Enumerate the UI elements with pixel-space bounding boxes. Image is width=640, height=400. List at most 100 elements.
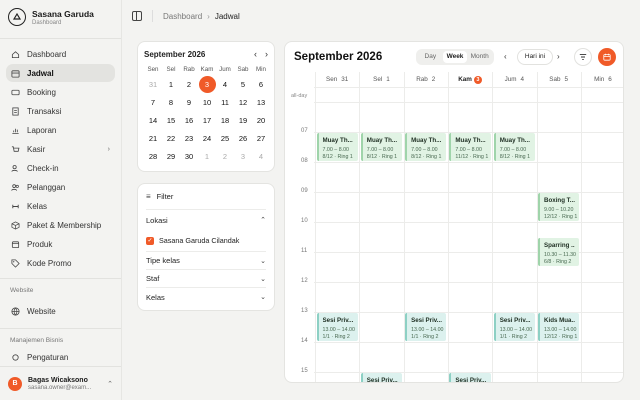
mini-day[interactable]: 16: [180, 112, 198, 130]
event-title: Muay Th...: [499, 137, 530, 144]
mini-day[interactable]: 5: [234, 76, 252, 94]
calendar-event[interactable]: Sesi Priv... 13.00 – 14.00 1/1 · Ring 2: [405, 313, 447, 341]
mini-day[interactable]: 9: [180, 94, 198, 112]
mini-day[interactable]: 1: [198, 148, 216, 166]
event-time: 7.00 – 8.00: [322, 147, 350, 153]
divider: [0, 328, 121, 329]
prev-month-button[interactable]: ‹: [254, 49, 257, 59]
sidebar-item-check-in[interactable]: Check-in: [6, 159, 115, 177]
mini-day[interactable]: 19: [234, 112, 252, 130]
calendar-event[interactable]: Sesi Priv...: [449, 373, 491, 382]
mini-day[interactable]: 26: [234, 130, 252, 148]
view-week-button[interactable]: Week: [442, 51, 468, 63]
user-menu[interactable]: B Bagas Wicaksono sasana.owner@exam... ⌃: [0, 366, 121, 400]
today-button[interactable]: Hari ini: [517, 49, 553, 65]
filter-tipe-kelas-toggle[interactable]: Tipe kelas ⌄: [146, 252, 266, 270]
mini-day[interactable]: 11: [216, 94, 234, 112]
calendar-event[interactable]: Muay Th... 7.00 – 8.00 11/12 · Ring 1: [449, 133, 491, 161]
day-header: Sen 31: [315, 72, 359, 87]
mini-day[interactable]: 3: [234, 148, 252, 166]
hour-label: 10: [301, 218, 308, 224]
view-day-button[interactable]: Day: [418, 51, 443, 63]
mini-day[interactable]: 21: [144, 130, 162, 148]
mini-day[interactable]: 31: [144, 76, 162, 94]
calendar-event[interactable]: Kids Mua... 13.00 – 14.00 12/12 · Ring 1: [538, 313, 580, 341]
day-column[interactable]: [580, 72, 623, 382]
day-column[interactable]: [447, 72, 492, 382]
calendar-event[interactable]: Muay Th... 7.00 – 8.00 8/12 · Ring 1: [405, 133, 447, 161]
view-month-button[interactable]: Month: [467, 51, 492, 63]
filter-lokasi-toggle[interactable]: Lokasi ⌃: [146, 210, 266, 230]
sidebar-item-jadwal[interactable]: Jadwal: [6, 64, 115, 82]
day-column[interactable]: [359, 72, 403, 382]
sidebar-item-transaksi[interactable]: Transaksi: [6, 102, 115, 120]
mini-day[interactable]: 13: [252, 94, 270, 112]
prev-week-button[interactable]: ‹: [504, 52, 507, 61]
mini-day[interactable]: 7: [144, 94, 162, 112]
toggle-sidebar-icon[interactable]: [132, 11, 142, 21]
filter-lokasi-option[interactable]: ✓ Sasana Garuda Cilandak: [146, 230, 266, 252]
mini-day[interactable]: 2: [216, 148, 234, 166]
hour-label: 09: [301, 188, 308, 194]
breadcrumb-dashboard[interactable]: Dashboard: [163, 12, 202, 21]
calendar-event[interactable]: Muay Th... 7.00 – 8.00 8/12 · Ring 1: [493, 133, 535, 161]
mini-day[interactable]: 25: [216, 130, 234, 148]
sidebar-item-pelanggan[interactable]: Pelanggan: [6, 178, 115, 196]
sidebar-item-laporan[interactable]: Laporan: [6, 121, 115, 139]
sidebar-item-pengaturan[interactable]: Pengaturan: [6, 352, 115, 362]
calendar-event[interactable]: Muay Th... 7.00 – 8.00 8/12 · Ring 1: [316, 133, 358, 161]
mini-day[interactable]: 17: [198, 112, 216, 130]
sidebar-item-kode-promo[interactable]: Kode Promo: [6, 254, 115, 272]
day-header-number: 4: [520, 76, 525, 83]
checkbox-checked-icon[interactable]: ✓: [146, 236, 154, 245]
mini-day[interactable]: 2: [180, 76, 198, 94]
mini-day[interactable]: 4: [252, 148, 270, 166]
week-calendar: September 2026 Day Week Month ‹ Hari ini ›…: [284, 41, 624, 383]
mini-day[interactable]: 18: [216, 112, 234, 130]
sidebar-item-website[interactable]: Website: [6, 302, 115, 320]
sidebar-item-label: Website: [27, 306, 56, 316]
mini-day[interactable]: 24: [198, 130, 216, 148]
mini-day[interactable]: 23: [180, 130, 198, 148]
mini-day[interactable]: 14: [144, 112, 162, 130]
mini-day[interactable]: 30: [180, 148, 198, 166]
next-month-button[interactable]: ›: [265, 49, 268, 59]
calendar-add-button[interactable]: [598, 48, 616, 66]
next-week-button[interactable]: ›: [557, 52, 560, 61]
sidebar-item-produk[interactable]: Produk: [6, 235, 115, 253]
calendar-event[interactable]: Sesi Priv... 13.00 – 14.00 1/1 · Ring 2: [493, 313, 535, 341]
sidebar-item-dashboard[interactable]: Dashboard: [6, 45, 115, 63]
mini-day[interactable]: 6: [252, 76, 270, 94]
brand[interactable]: Sasana Garuda Dashboard: [0, 0, 121, 34]
day-header-number: 6: [608, 76, 612, 83]
calendar-event[interactable]: Boxing T... 9.00 – 10.20 12/12 · Ring 1: [538, 193, 580, 221]
mini-day[interactable]: 28: [144, 148, 162, 166]
calendar-event[interactable]: Muay Th... 7.00 – 8.00 8/12 · Ring 1: [360, 133, 403, 161]
sidebar-item-kasir[interactable]: Kasir ›: [6, 140, 115, 158]
mini-day[interactable]: 8: [162, 94, 180, 112]
filter-staf-toggle[interactable]: Staf ⌄: [146, 270, 266, 288]
mini-day[interactable]: 10: [198, 94, 216, 112]
sidebar-item-label: Kasir: [27, 144, 46, 154]
mini-day[interactable]: 22: [162, 130, 180, 148]
mini-day[interactable]: 1: [162, 76, 180, 94]
filter-toggle-button[interactable]: [574, 48, 592, 66]
mini-day-today[interactable]: 3: [198, 76, 216, 93]
calendar-event[interactable]: Sesi Priv...: [360, 373, 403, 382]
mini-day[interactable]: 20: [252, 112, 270, 130]
sidebar-item-booking[interactable]: Booking: [6, 83, 115, 101]
sidebar-item-kelas[interactable]: Kelas: [6, 197, 115, 215]
day-header-name: Sel: [373, 76, 383, 83]
calendar-event[interactable]: Sesi Priv... 13.00 – 14.00 1/1 · Ring 2: [316, 313, 358, 341]
mini-day[interactable]: 12: [234, 94, 252, 112]
calendar-event[interactable]: Sparring ... 10.30 – 11.30 6/8 · Ring 2: [538, 238, 580, 266]
mini-day[interactable]: 15: [162, 112, 180, 130]
sidebar-item-paket-membership[interactable]: Paket & Membership: [6, 216, 115, 234]
mini-day[interactable]: 27: [252, 130, 270, 148]
mini-day[interactable]: 4: [216, 76, 234, 94]
filter-tipe-kelas-label: Tipe kelas: [146, 256, 180, 265]
mini-day[interactable]: 29: [162, 148, 180, 166]
receipt-icon: [11, 106, 20, 116]
filter-kelas-toggle[interactable]: Kelas ⌄: [146, 288, 266, 306]
hour-label: 11: [301, 248, 308, 254]
